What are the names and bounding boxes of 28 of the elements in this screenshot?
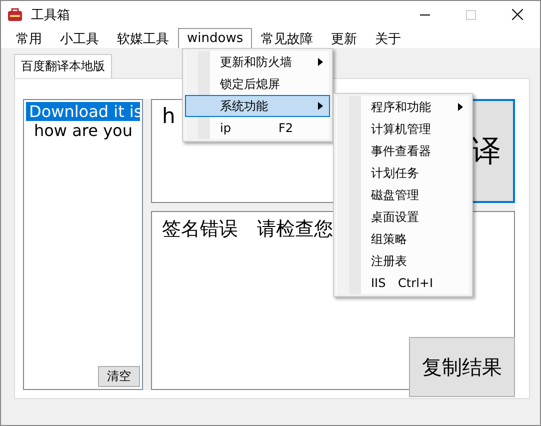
menu-item[interactable]: 计算机管理 — [336, 118, 470, 140]
menu-item[interactable]: 磁盘管理 — [336, 184, 470, 206]
close-icon — [512, 9, 522, 20]
menu-item[interactable]: 计划任务 — [336, 162, 470, 184]
copy-result-button[interactable]: 复制结果 — [409, 337, 515, 397]
menu-item[interactable]: 系统功能 — [185, 95, 330, 117]
menu-item[interactable]: IIS Ctrl+I — [336, 272, 470, 294]
history-item[interactable]: how are you — [26, 121, 140, 140]
menu[interactable]: 软媒工具 — [108, 28, 178, 48]
menu-item[interactable]: 更新和防火墙 — [185, 51, 330, 73]
menu-item[interactable]: 程序和功能 — [336, 96, 470, 118]
menu[interactable]: 常见故障 — [252, 28, 322, 48]
window-title: 工具箱 — [31, 6, 71, 24]
menu-item[interactable]: 桌面设置 — [336, 206, 470, 228]
menu-item[interactable]: 注册表 — [336, 250, 470, 272]
toolbox-icon — [7, 8, 23, 22]
menu[interactable]: windows — [178, 28, 252, 48]
menu[interactable]: 小工具 — [51, 28, 108, 48]
tab[interactable]: 百度翻译本地版 — [14, 54, 112, 78]
menu-item[interactable]: 锁定后熄屏 — [185, 73, 330, 95]
menu[interactable]: 常用 — [7, 28, 51, 48]
clear-button[interactable]: 清空 — [98, 366, 140, 387]
menu-item[interactable]: 组策略 — [336, 228, 470, 250]
menu-item[interactable]: 事件查看器 — [336, 140, 470, 162]
maximize-icon — [466, 10, 476, 20]
menu[interactable]: 更新 — [322, 28, 366, 48]
menu[interactable]: 关于 — [366, 28, 410, 48]
menu-item[interactable]: ip F2 — [185, 117, 330, 139]
